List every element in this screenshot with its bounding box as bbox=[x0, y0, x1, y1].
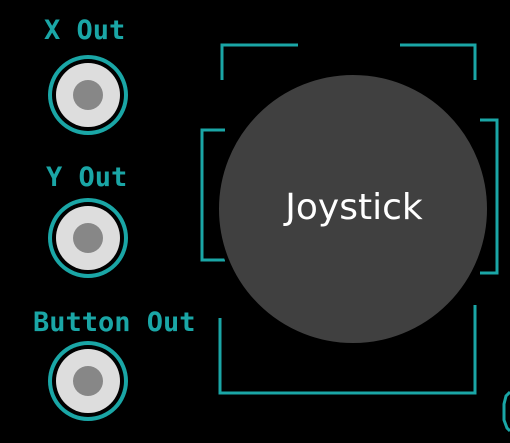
button-out-label: Button Out bbox=[33, 307, 196, 338]
frame-segment bbox=[502, 390, 510, 433]
frame-segment bbox=[220, 43, 298, 80]
joystick-knob[interactable]: Joystick bbox=[215, 71, 491, 347]
joystick-label: Joystick bbox=[285, 186, 423, 228]
module-panel: X Out Y Out Button Out Joystick bbox=[0, 0, 510, 443]
y-out-jack[interactable] bbox=[48, 198, 128, 278]
frame-segment bbox=[400, 43, 477, 80]
y-out-label: Y Out bbox=[46, 162, 128, 193]
button-out-jack[interactable] bbox=[48, 341, 128, 421]
x-out-jack[interactable] bbox=[48, 55, 128, 135]
x-out-label: X Out bbox=[44, 15, 126, 46]
